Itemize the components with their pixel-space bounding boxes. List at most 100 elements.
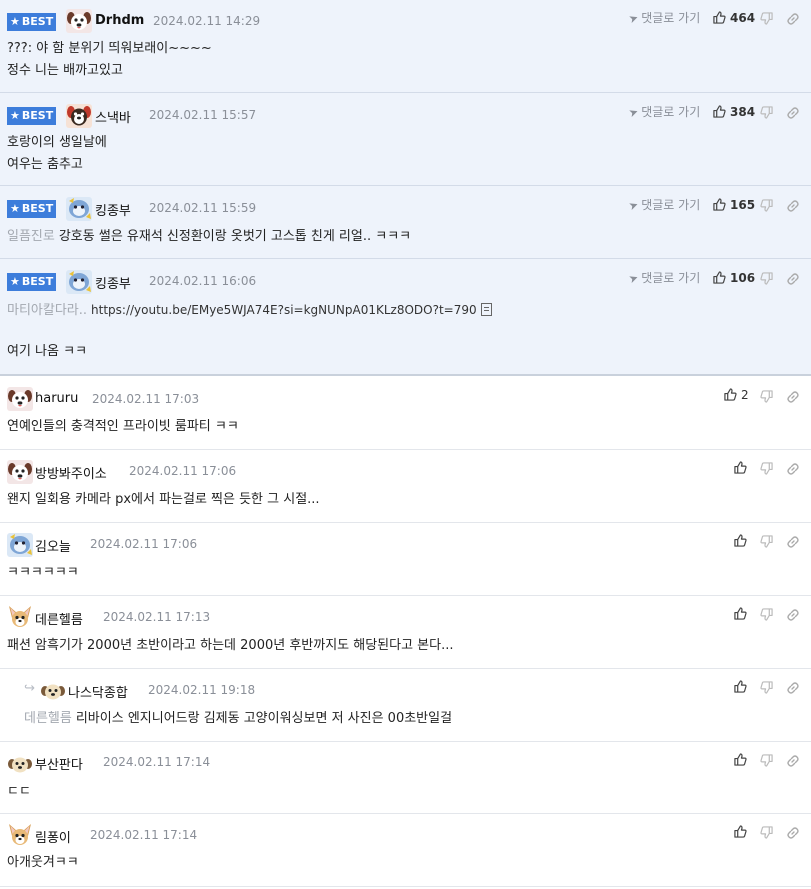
thumbs-down-icon[interactable] <box>760 608 773 621</box>
youtube-link[interactable]: https://youtu.be/EMye5WJA74E?si=kgNUNpA0… <box>91 303 477 317</box>
comment-item: 부산판다 2024.02.11 17:14 ㄷㄷ <box>0 742 811 814</box>
chihuahua-avatar-icon[interactable] <box>7 605 33 629</box>
link-icon[interactable] <box>786 390 800 404</box>
mention-tag[interactable]: 일픔진로 <box>7 229 55 244</box>
blue-avatar-icon[interactable] <box>66 270 92 294</box>
best-comment: ★ BEST 스낵바 2024.02.11 15:57 ➤댓글로 가기 384 호… <box>0 93 811 186</box>
comment-nickname[interactable]: 림퐁이 <box>35 827 71 846</box>
arrow-icon: ➤ <box>627 10 641 27</box>
dog-avatar-icon[interactable] <box>7 460 33 484</box>
thumbs-up-icon <box>713 198 726 211</box>
thumbs-down-icon[interactable] <box>760 681 773 694</box>
go-to-reply-link[interactable]: ➤댓글로 가기 <box>627 9 700 27</box>
thumbs-up-icon <box>713 11 726 24</box>
thumbs-down-icon[interactable] <box>760 390 773 403</box>
comment-body: 아개웃겨ㅋㅋ <box>7 855 79 870</box>
comment-item: 림퐁이 2024.02.11 17:14 아개웃겨ㅋㅋ <box>0 814 811 887</box>
comment-nickname[interactable]: 김오늘 <box>35 536 71 555</box>
blue-avatar-icon[interactable] <box>7 533 33 557</box>
comment-nickname[interactable]: 나스닥종합 <box>68 682 128 701</box>
comment-body: 일픔진로 강호동 썰은 유재석 신정환이랑 옷벗기 고스톱 친게 리얼.. ㅋㅋㅋ <box>7 229 412 244</box>
red-dog-avatar-icon[interactable] <box>66 104 92 128</box>
link-icon[interactable] <box>786 12 800 26</box>
comment-date: 2024.02.11 15:57 <box>149 108 257 122</box>
thumbs-up-icon <box>713 271 726 284</box>
comment-nickname[interactable]: 부산판다 <box>35 754 83 773</box>
mention-tag[interactable]: 데른헬름 <box>24 711 72 726</box>
mention-tag[interactable]: 마티아칼다라.. <box>7 303 87 318</box>
chihuahua-avatar-icon[interactable] <box>7 823 33 847</box>
comment-date: 2024.02.11 19:18 <box>148 683 256 697</box>
go-to-reply-link[interactable]: ➤댓글로 가기 <box>627 103 700 121</box>
link-icon[interactable] <box>786 608 800 622</box>
puppy-avatar-icon[interactable] <box>40 679 66 703</box>
star-icon: ★ <box>10 109 20 122</box>
thumbs-up-icon <box>713 105 726 118</box>
like-button[interactable]: 464 <box>713 11 755 25</box>
comment-date: 2024.02.11 14:29 <box>153 14 261 28</box>
comment-nickname[interactable]: Drhdm <box>95 13 144 28</box>
comment-nickname[interactable]: haruru <box>35 391 78 406</box>
comment-body: ㄷㄷ <box>7 784 31 799</box>
link-icon[interactable] <box>786 754 800 768</box>
external-link-icon[interactable] <box>480 303 492 316</box>
thumbs-down-icon[interactable] <box>760 826 773 839</box>
link-icon[interactable] <box>786 681 800 695</box>
comment-nickname[interactable]: 방방봐주이소 <box>35 463 107 482</box>
comment-nickname[interactable]: 킹종부 <box>95 200 131 219</box>
best-badge: ★ BEST <box>7 13 56 31</box>
thumbs-up-icon[interactable] <box>734 534 747 547</box>
comment-body: 왠지 일회용 카메라 px에서 파는걸로 찍은 듯한 그 시절... <box>7 492 320 507</box>
comment-date: 2024.02.11 17:14 <box>103 755 211 769</box>
comment-item: 김오늘 2024.02.11 17:06 ㅋㅋㅋㅋㅋㅋ <box>0 523 811 596</box>
like-button[interactable]: 2 <box>724 388 749 402</box>
blue-avatar-icon[interactable] <box>66 197 92 221</box>
comment-date: 2024.02.11 16:06 <box>149 274 257 288</box>
thumbs-up-icon[interactable] <box>734 461 747 474</box>
comment-date: 2024.02.11 17:06 <box>90 537 198 551</box>
comment-body: ???: 야 함 분위기 띄워보래이~~~~ 정수 니는 배까고있고 <box>7 41 212 78</box>
best-badge: ★ BEST <box>7 107 56 125</box>
comment-body: 호랑이의 생일날에 여우는 춤추고 <box>7 135 107 172</box>
thumbs-down-icon[interactable] <box>760 535 773 548</box>
arrow-icon: ➤ <box>627 104 641 121</box>
comment-nickname[interactable]: 킹종부 <box>95 273 131 292</box>
link-icon[interactable] <box>786 462 800 476</box>
thumbs-up-icon[interactable] <box>734 607 747 620</box>
best-comment: ★ BEST 킹종부 2024.02.11 16:06 ➤댓글로 가기 106 마… <box>0 259 811 376</box>
best-comment: ★ BEST 킹종부 2024.02.11 15:59 ➤댓글로 가기 165 일… <box>0 186 811 259</box>
thumbs-down-icon[interactable] <box>760 199 773 212</box>
thumbs-up-icon[interactable] <box>734 680 747 693</box>
thumbs-up-icon[interactable] <box>734 825 747 838</box>
link-icon[interactable] <box>786 199 800 213</box>
like-button[interactable]: 106 <box>713 271 755 285</box>
like-button[interactable]: 165 <box>713 198 755 212</box>
thumbs-up-icon <box>724 388 737 401</box>
thumbs-down-icon[interactable] <box>760 462 773 475</box>
comment-item: 방방봐주이소 2024.02.11 17:06 왠지 일회용 카메라 px에서 … <box>0 450 811 523</box>
reply-comment-item: ↪ 나스닥종합 2024.02.11 19:18 데른헬름 리바이스 엔지니어드랑… <box>0 669 811 742</box>
dog-avatar-icon[interactable] <box>7 387 33 411</box>
thumbs-down-icon[interactable] <box>760 106 773 119</box>
comment-nickname[interactable]: 데른헬름 <box>35 609 83 628</box>
dog-avatar-icon[interactable] <box>66 9 92 33</box>
comment-body: ㅋㅋㅋㅋㅋㅋ <box>7 565 79 580</box>
comment-body: 패션 암흑기가 2000년 초반이라고 하는데 2000년 후반까지도 해당된다… <box>7 638 454 653</box>
comment-date: 2024.02.11 17:03 <box>92 392 200 406</box>
link-icon[interactable] <box>786 826 800 840</box>
link-icon[interactable] <box>786 272 800 286</box>
comment-nickname[interactable]: 스낵바 <box>95 107 131 126</box>
link-icon[interactable] <box>786 106 800 120</box>
puppy-avatar-icon[interactable] <box>7 752 33 776</box>
arrow-icon: ➤ <box>627 197 641 214</box>
link-icon[interactable] <box>786 535 800 549</box>
thumbs-up-icon[interactable] <box>734 753 747 766</box>
thumbs-down-icon[interactable] <box>760 272 773 285</box>
thumbs-down-icon[interactable] <box>760 12 773 25</box>
best-badge: ★ BEST <box>7 273 56 291</box>
thumbs-down-icon[interactable] <box>760 754 773 767</box>
go-to-reply-link[interactable]: ➤댓글로 가기 <box>627 196 700 214</box>
like-button[interactable]: 384 <box>713 105 755 119</box>
comment-body: 마티아칼다라.. https://youtu.be/EMye5WJA74E?si=… <box>7 299 492 363</box>
go-to-reply-link[interactable]: ➤댓글로 가기 <box>627 269 700 286</box>
